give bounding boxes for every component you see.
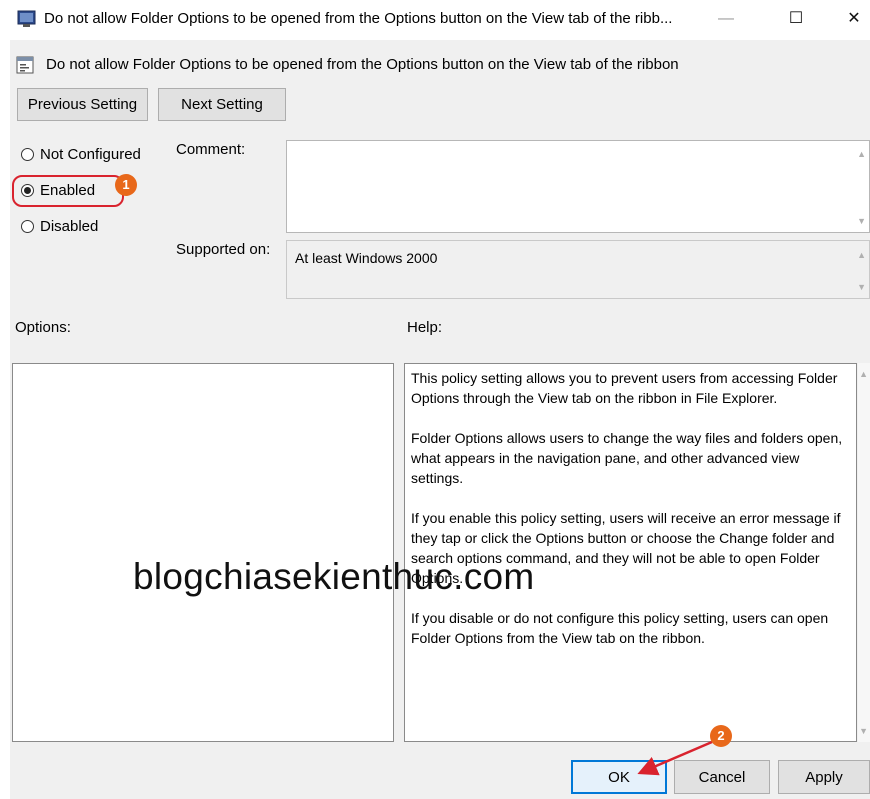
radio-label: Not Configured [40, 146, 141, 163]
help-paragraph: This policy setting allows you to preven… [411, 370, 838, 406]
scroll-up-icon[interactable]: ▲ [857, 250, 866, 260]
comment-field[interactable]: ▲ ▼ [286, 140, 870, 233]
scroll-down-icon[interactable]: ▼ [857, 282, 866, 292]
policy-title: Do not allow Folder Options to be opened… [46, 56, 679, 73]
policy-setting-icon [16, 56, 34, 74]
close-icon[interactable]: ✕ [834, 4, 870, 34]
supported-on-field: At least Windows 2000 ▲ ▼ [286, 240, 870, 299]
help-paragraph: Folder Options allows users to change th… [411, 430, 843, 486]
comment-label: Comment: [176, 141, 246, 158]
help-scrollbar[interactable]: ▲ ▼ [858, 363, 870, 742]
supported-on-label: Supported on: [176, 241, 271, 258]
options-label: Options: [15, 319, 71, 336]
watermark: blogchiasekienthuc.com [133, 556, 535, 597]
scroll-up-icon[interactable]: ▲ [859, 369, 868, 379]
policy-window-icon [17, 10, 36, 27]
help-paragraph: If you disable or do not configure this … [411, 610, 829, 646]
step-1-marker: 1 [115, 174, 137, 196]
radio-button[interactable] [21, 148, 34, 161]
title-bar: Do not allow Folder Options to be opened… [0, 0, 870, 38]
options-pane [12, 363, 394, 742]
help-pane: This policy setting allows you to preven… [404, 363, 857, 742]
radio-button[interactable] [21, 220, 34, 233]
window-title: Do not allow Folder Options to be opened… [44, 10, 673, 27]
previous-setting-button[interactable]: Previous Setting [17, 88, 148, 121]
maximize-icon[interactable]: ☐ [776, 4, 816, 34]
minimize-icon[interactable]: — [706, 4, 746, 34]
scroll-down-icon[interactable]: ▼ [857, 216, 866, 226]
radio-not-configured[interactable]: Not Configured [21, 146, 141, 163]
radio-disabled[interactable]: Disabled [21, 218, 98, 235]
supported-on-value: At least Windows 2000 [295, 250, 438, 266]
radio-label: Disabled [40, 218, 99, 235]
next-setting-button[interactable]: Next Setting [158, 88, 286, 121]
help-text: This policy setting allows you to preven… [405, 364, 856, 672]
enabled-highlight [12, 175, 124, 207]
scroll-up-icon[interactable]: ▲ [857, 149, 866, 159]
step-2-marker: 2 [710, 725, 732, 747]
scroll-down-icon[interactable]: ▼ [859, 726, 868, 736]
help-label: Help: [407, 319, 443, 336]
apply-button[interactable]: Apply [778, 760, 870, 794]
